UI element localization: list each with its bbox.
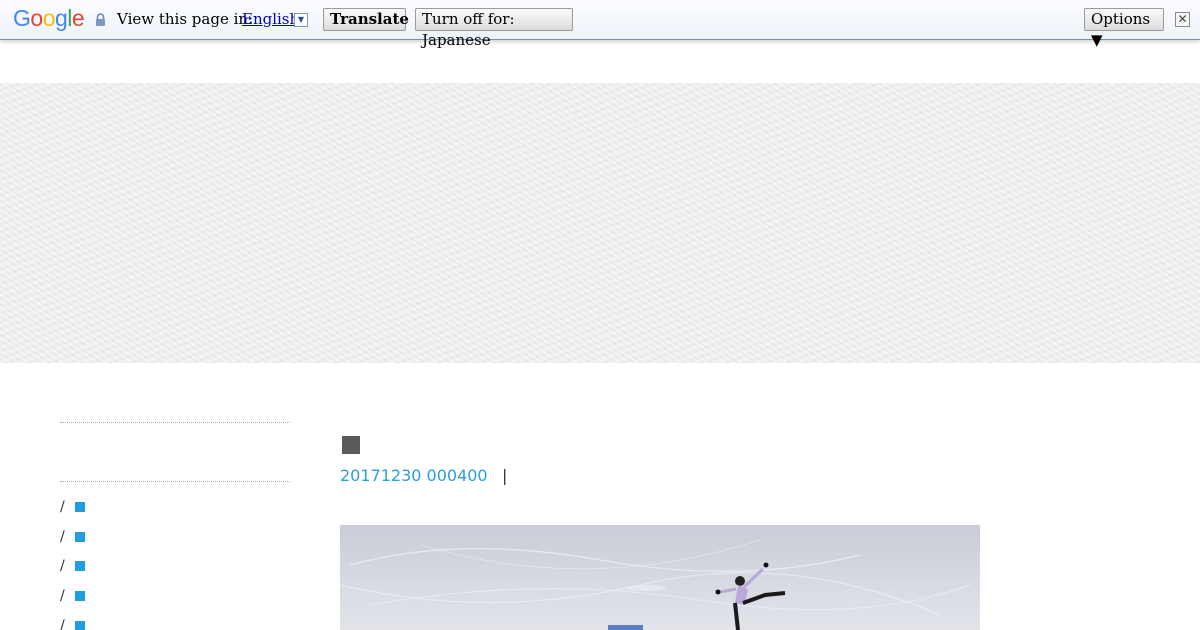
turn-off-button[interactable]: Turn off for: Japanese (415, 8, 573, 49)
sidebar-item-prefix: / (60, 618, 65, 630)
sidebar-divider (60, 422, 290, 423)
square-icon (75, 502, 85, 512)
post-photo (340, 525, 980, 630)
header-banner (0, 83, 1200, 363)
chevron-down-icon[interactable]: ▼ (294, 13, 308, 27)
post-title-mark (342, 436, 360, 454)
translate-button[interactable]: Translate (323, 8, 409, 31)
lock-icon (96, 13, 105, 26)
translate-label: View this page in: (117, 10, 254, 28)
language-link[interactable]: English (242, 10, 299, 28)
sidebar-item-prefix: / (60, 499, 65, 515)
square-icon (75, 591, 85, 601)
close-icon[interactable]: ✕ (1175, 12, 1190, 27)
translate-bar: Google View this page in: English ▼ Tran… (0, 0, 1200, 49)
sidebar-item-prefix: / (60, 558, 65, 574)
square-icon (75, 621, 85, 630)
post-meta-separator: | (502, 466, 508, 485)
post-date-link[interactable]: 20171230 000400 (340, 466, 488, 485)
sidebar-item-prefix: / (60, 529, 65, 545)
sidebar-divider (60, 481, 290, 482)
square-icon (75, 532, 85, 542)
options-button[interactable]: Options ▼ (1084, 8, 1164, 49)
figure-skater-image (340, 539, 971, 630)
sidebar-item-prefix: / (60, 588, 65, 604)
google-logo: Google (13, 5, 85, 31)
square-icon (75, 561, 85, 571)
